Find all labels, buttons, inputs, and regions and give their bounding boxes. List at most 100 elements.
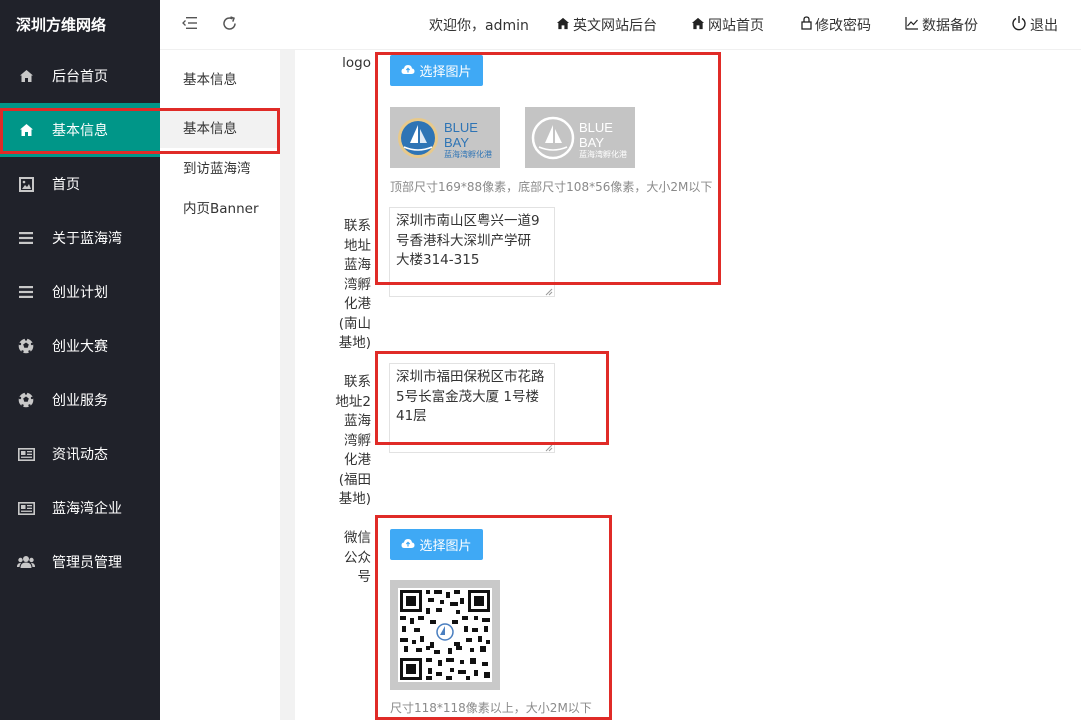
home-icon [691, 17, 705, 34]
site-home-link[interactable]: 网站首页 [691, 0, 764, 50]
sidebar-item-label: 蓝海湾企业 [52, 501, 122, 517]
label-line: 化港 [344, 452, 371, 468]
sidebar-item-service[interactable]: 创业服务 [0, 373, 160, 427]
subnav-item-banner[interactable]: 内页Banner [160, 190, 280, 228]
sidebar-item-admins[interactable]: 管理员管理 [0, 535, 160, 589]
sidebar-item-label: 关于蓝海湾 [52, 231, 122, 247]
brand-title: 深圳方维网络 [16, 16, 107, 34]
logo-upload-button[interactable]: 选择图片 [390, 55, 483, 86]
logo-image-top: BLUE BAY 蓝海湾孵化港 [390, 107, 500, 168]
label-line: 湾孵 [344, 432, 371, 449]
chart-icon [905, 16, 919, 34]
label-line: 微信 [344, 530, 371, 546]
wechat-upload-button[interactable]: 选择图片 [390, 529, 483, 560]
sidebar-item-label: 管理员管理 [52, 555, 122, 571]
label-line: 基地) [338, 491, 371, 507]
sidebar-item-label: 创业服务 [52, 393, 108, 409]
newspaper-icon [17, 499, 35, 517]
backup-label: 数据备份 [922, 18, 978, 34]
cloud-upload-icon [401, 538, 415, 552]
logo-image-bottom: BLUE BAY 蓝海湾孵化港 [525, 107, 635, 168]
refresh-icon[interactable] [219, 15, 239, 35]
main-content: logo 选择图片 BLUE BAY 蓝海湾孵化港 BLUE BAY 蓝海湾孵化… [295, 50, 1081, 720]
sidebar-item-label: 创业大赛 [52, 339, 108, 355]
home-icon [17, 67, 35, 85]
wechat-size-hint: 尺寸118*118像素以上，大小2M以下 [390, 701, 592, 715]
label-line: 基地) [338, 335, 371, 351]
logo-wordmark: BLUE BAY [444, 120, 478, 150]
logo-size-hint: 顶部尺寸169*88像素，底部尺寸108*56像素，大小2M以下 [390, 180, 713, 194]
change-password-label: 修改密码 [815, 18, 871, 34]
resize-handle-icon[interactable] [543, 442, 553, 452]
label-line: 湾孵 [344, 276, 371, 293]
site-home-label: 网站首页 [708, 18, 764, 34]
sub-navigation: 基本信息 基本信息 到访蓝海湾 内页Banner [160, 50, 280, 720]
en-admin-label: 英文网站后台 [573, 18, 657, 34]
address-1-textarea[interactable]: 深圳市南山区粤兴一道9 号香港科大深圳产学研 大楼314-315 [389, 207, 555, 297]
subnav-item-visit[interactable]: 到访蓝海湾 [160, 150, 280, 188]
sidebar-item-label: 资讯动态 [52, 447, 108, 463]
subnav-item-label: 基本信息 [183, 121, 237, 137]
wechat-label: 微信 公众 号 [335, 529, 371, 588]
sidebar: 深圳方维网络 后台首页 基本信息 首页 关于蓝海湾 创业计划 创业大赛 创业服务… [0, 0, 160, 720]
newspaper-icon [17, 445, 35, 463]
sidebar-item-label: 创业计划 [52, 285, 108, 301]
label-line: 地址2 [335, 393, 371, 410]
address-2-textarea[interactable]: 深圳市福田保税区市花路 5号长富金茂大厦 1号楼 41层 [389, 363, 555, 453]
backup-link[interactable]: 数据备份 [905, 0, 978, 50]
sidebar-item-about[interactable]: 关于蓝海湾 [0, 211, 160, 265]
welcome-text: 欢迎你，admin [429, 0, 529, 50]
cloud-upload-icon [401, 64, 415, 78]
address-1-label: 联系 地址 蓝海 湾孵 化港 (南山 基地) [335, 217, 371, 354]
subnav-item-label: 基本信息 [183, 72, 237, 88]
sidebar-item-companies[interactable]: 蓝海湾企业 [0, 481, 160, 535]
label-line: 号 [357, 569, 372, 585]
sidebar-item-home[interactable]: 首页 [0, 157, 160, 211]
logo-subtext: 蓝海湾孵化港 [444, 150, 492, 159]
sidebar-item-basic-info[interactable]: 基本信息 [0, 103, 160, 157]
label-line: 蓝海 [344, 257, 371, 273]
resize-handle-icon[interactable] [543, 286, 553, 296]
subnav-item-basic-info-group[interactable]: 基本信息 [160, 61, 280, 99]
users-icon [17, 553, 35, 571]
sidebar-item-plan[interactable]: 创业计划 [0, 265, 160, 319]
logo-wordmark: BLUE BAY [579, 120, 613, 150]
label-line: 化港 [344, 296, 371, 312]
label-line: 地址 [344, 237, 371, 254]
subnav-item-label: 内页Banner [183, 201, 259, 217]
logout-label: 退出 [1030, 18, 1058, 34]
sidebar-item-dashboard[interactable]: 后台首页 [0, 49, 160, 103]
label-line: 蓝海 [344, 413, 371, 429]
list-icon [17, 229, 35, 247]
change-password-link[interactable]: 修改密码 [801, 0, 871, 50]
label-line: (福田 [338, 471, 371, 488]
lock-icon [801, 16, 812, 34]
sidebar-item-contest[interactable]: 创业大赛 [0, 319, 160, 373]
sidebar-item-label: 后台首页 [52, 69, 108, 85]
qr-code-icon [398, 588, 492, 682]
label-line: 公众 [344, 549, 371, 566]
label-line: (南山 [338, 315, 371, 332]
label-line: 联系 [344, 218, 371, 234]
subnav-item-label: 到访蓝海湾 [183, 161, 251, 177]
upload-button-label: 选择图片 [419, 539, 472, 554]
logo-label: logo [342, 55, 371, 71]
sidebar-item-label: 基本信息 [52, 123, 108, 139]
power-icon [1011, 15, 1027, 35]
subnav-item-basic-info[interactable]: 基本信息 [160, 110, 280, 148]
wechat-qr-image [390, 580, 500, 690]
welcome-label: 欢迎你，admin [429, 18, 529, 34]
top-header: 欢迎你，admin 英文网站后台 网站首页 修改密码 数据备份 退出 [160, 0, 1081, 50]
en-admin-link[interactable]: 英文网站后台 [556, 0, 657, 50]
address-2-label: 联系 地址2 蓝海 湾孵 化港 (福田 基地) [335, 373, 371, 510]
sidebar-item-news[interactable]: 资讯动态 [0, 427, 160, 481]
logout-link[interactable]: 退出 [1011, 0, 1058, 50]
home-icon [556, 17, 570, 34]
soccer-icon [17, 391, 35, 409]
soccer-icon [17, 337, 35, 355]
home-icon [17, 121, 35, 139]
list-icon [17, 283, 35, 301]
label-line: 联系 [344, 374, 371, 390]
image-icon [17, 175, 35, 193]
collapse-menu-icon[interactable] [180, 15, 200, 35]
